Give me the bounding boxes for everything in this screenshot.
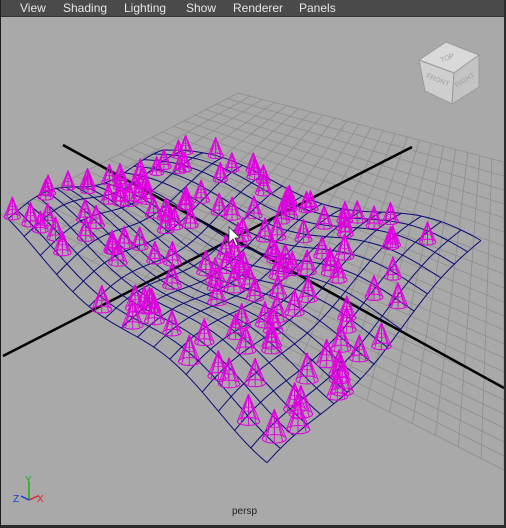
menu-renderer[interactable]: Renderer <box>233 1 283 15</box>
camera-name-label: persp <box>232 506 258 517</box>
axis-z-label: Z <box>13 494 19 505</box>
maya-viewport-panel: View Shading Lighting Show Renderer Pane… <box>0 0 506 528</box>
menu-lighting[interactable]: Lighting <box>124 1 166 15</box>
menu-show[interactable]: Show <box>186 1 216 15</box>
panel-menu-bar: View Shading Lighting Show Renderer Pane… <box>1 0 504 17</box>
axis-x-label: X <box>37 494 44 505</box>
axis-y-label: Y <box>25 475 32 486</box>
menu-panels[interactable]: Panels <box>299 1 336 15</box>
menu-view[interactable]: View <box>20 1 46 15</box>
perspective-viewport[interactable]: TOP FRONT RIGHT Y X Z persp <box>1 17 504 525</box>
scene-canvas[interactable]: TOP FRONT RIGHT Y X Z <box>1 17 504 525</box>
menu-shading[interactable]: Shading <box>63 1 107 15</box>
